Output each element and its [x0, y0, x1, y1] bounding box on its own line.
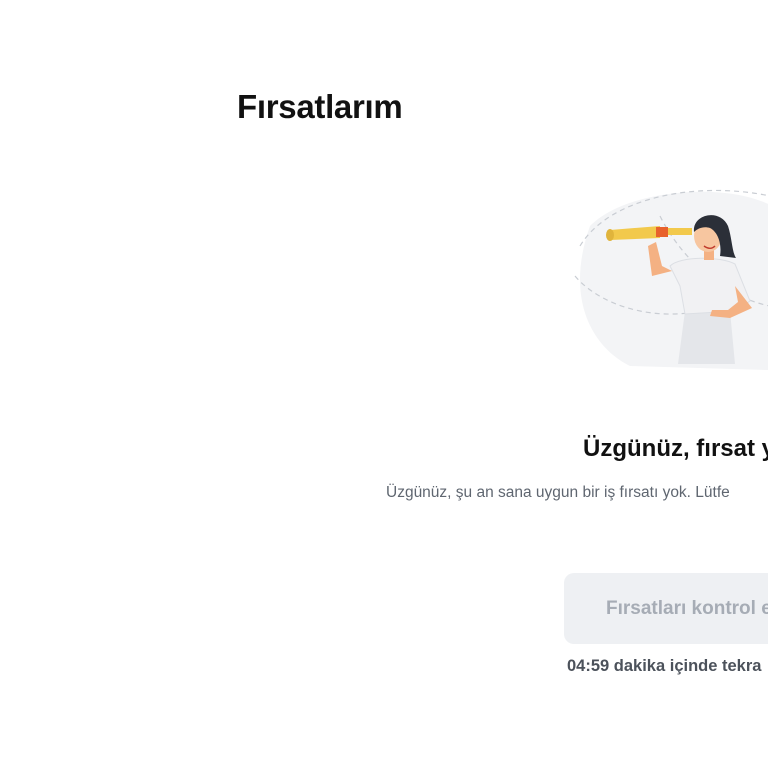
retry-countdown: 04:59 dakika içinde tekra [567, 657, 762, 675]
opportunities-page: Fırsatlarım Üzgünüz, fırsat y Üzgünüz, ş… [0, 0, 768, 768]
check-opportunities-button[interactable]: Fırsatları kontrol e [564, 573, 768, 644]
woman-with-telescope-illustration [570, 186, 768, 371]
empty-state-title: Üzgünüz, fırsat y [583, 435, 768, 462]
page-title: Fırsatlarım [237, 88, 403, 126]
empty-state-description: Üzgünüz, şu an sana uygun bir iş fırsatı… [386, 484, 730, 501]
